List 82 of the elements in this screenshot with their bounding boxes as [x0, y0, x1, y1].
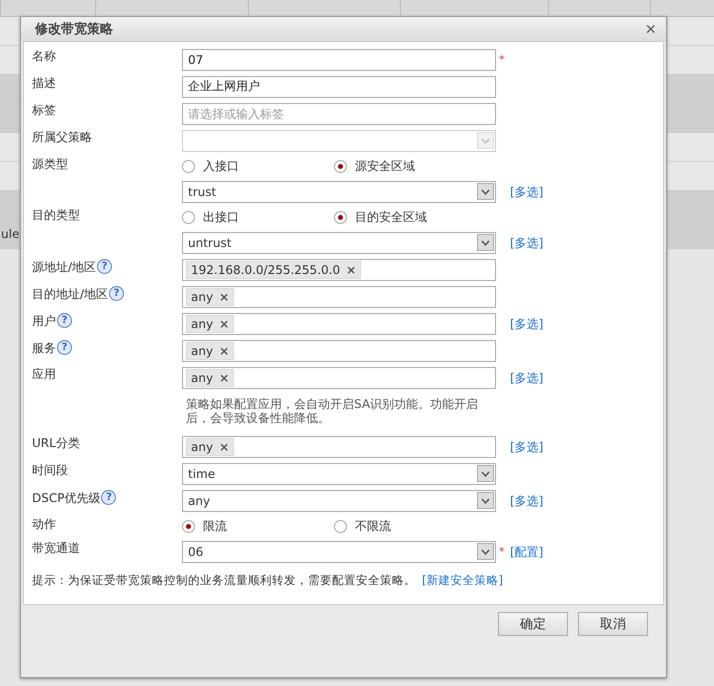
chevron-down-icon — [481, 470, 490, 476]
tag-chip: any × — [186, 342, 234, 360]
multi-select-link[interactable]: [多选] — [510, 370, 544, 384]
radio-option[interactable]: 目的安全区域 — [334, 210, 486, 224]
select-field[interactable]: untrust — [182, 232, 496, 254]
chevron-down-icon — [481, 188, 490, 194]
input-field[interactable]: 请选择或输入标签 — [182, 102, 496, 124]
field-label: 服务 — [32, 340, 56, 354]
chevron-down-icon — [481, 138, 490, 144]
remove-icon[interactable]: × — [219, 344, 230, 358]
multi-select-link[interactable]: [配置] — [510, 544, 544, 558]
tag-chip: any × — [186, 368, 234, 386]
select-field[interactable]: any — [182, 490, 496, 512]
radio-button[interactable] — [182, 210, 195, 224]
input-field[interactable]: 07 — [182, 48, 496, 70]
field-label: 源类型 — [32, 157, 68, 171]
remove-icon[interactable]: × — [219, 290, 230, 304]
field-label: DSCP优先级 — [32, 490, 100, 504]
tag-field[interactable]: any × — [182, 286, 496, 308]
multi-select-link[interactable]: [多选] — [510, 184, 544, 198]
remove-icon[interactable]: × — [219, 316, 230, 330]
tag-chip: any × — [186, 288, 234, 306]
remove-icon[interactable]: × — [346, 262, 356, 276]
field-label: 用户 — [32, 314, 56, 328]
tag-field[interactable]: any × — [182, 436, 496, 458]
field-label: 描述 — [32, 76, 56, 90]
radio-option[interactable]: 入接口 — [182, 159, 334, 173]
help-icon[interactable]: ? — [101, 490, 116, 505]
help-icon[interactable]: ? — [57, 313, 72, 328]
dialog-button[interactable]: 取消 — [578, 612, 648, 636]
help-icon[interactable]: ? — [109, 286, 124, 301]
field-label: 应用 — [32, 367, 56, 381]
field-label: 动作 — [32, 517, 56, 531]
field-label: 带宽通道 — [32, 541, 80, 555]
field-label: 目的类型 — [32, 208, 80, 222]
tag-field[interactable]: any × — [182, 312, 496, 334]
field-label: URL分类 — [32, 436, 80, 450]
field-label: 时间段 — [32, 463, 68, 477]
field-label: 目的地址/地区 — [32, 286, 108, 300]
chevron-down-icon — [481, 240, 490, 246]
select-field[interactable]: trust — [182, 180, 496, 202]
tag-chip: any × — [186, 438, 234, 456]
tag-field[interactable]: any × — [182, 366, 496, 388]
multi-select-link[interactable]: [多选] — [510, 440, 544, 454]
tag-chip: any × — [186, 314, 234, 332]
field-label: 名称 — [32, 49, 56, 63]
close-button[interactable]: × — [645, 20, 656, 38]
select-field[interactable]: 06 — [182, 540, 496, 562]
field-label: 所属父策略 — [32, 130, 92, 144]
input-field[interactable]: 企业上网用户 — [182, 76, 496, 98]
dialog-button[interactable]: 确定 — [498, 612, 568, 636]
radio-option[interactable]: 限流 — [182, 519, 334, 533]
radio-button[interactable] — [334, 210, 347, 224]
radio-button[interactable] — [182, 160, 195, 172]
hint-text: 提示：为保证受带宽策略控制的业务流量顺利转发，需要配置安全策略。 — [32, 573, 416, 588]
dialog-title: 修改带宽策略 — [35, 20, 113, 38]
chevron-down-icon — [481, 498, 490, 504]
multi-select-link[interactable]: [多选] — [510, 494, 544, 508]
remove-icon[interactable]: × — [219, 370, 230, 384]
radio-button[interactable] — [334, 520, 347, 532]
help-icon[interactable]: ? — [97, 259, 112, 274]
select-field[interactable]: time — [182, 462, 496, 484]
radio-option[interactable]: 源安全区域 — [334, 159, 486, 173]
field-label: 源地址/地区 — [32, 260, 96, 274]
note-text: 策略如果配置应用，会自动开启SA识别功能。功能开启后，会导致设备性能降低。 — [185, 396, 480, 427]
table-cell: ule — [1, 227, 20, 241]
remove-icon[interactable]: × — [219, 440, 230, 454]
multi-select-link[interactable]: [多选] — [510, 236, 544, 250]
chevron-down-icon — [481, 548, 490, 554]
tag-chip: 192.168.0.0/255.255.0.0 × — [186, 260, 362, 278]
required-mark: * — [498, 545, 504, 558]
radio-button[interactable] — [334, 160, 347, 172]
radio-option[interactable]: 出接口 — [182, 210, 334, 224]
tag-field[interactable]: any × — [182, 340, 496, 362]
field-label: 标签 — [32, 103, 56, 117]
help-icon[interactable]: ? — [57, 340, 72, 355]
radio-button[interactable] — [182, 520, 195, 532]
tag-field[interactable]: 192.168.0.0/255.255.0.0 × — [182, 258, 496, 280]
radio-option[interactable]: 不限流 — [334, 519, 486, 533]
required-mark: * — [498, 53, 504, 66]
new-policy-link[interactable]: [新建安全策略] — [422, 573, 503, 588]
multi-select-link[interactable]: [多选] — [510, 316, 544, 330]
